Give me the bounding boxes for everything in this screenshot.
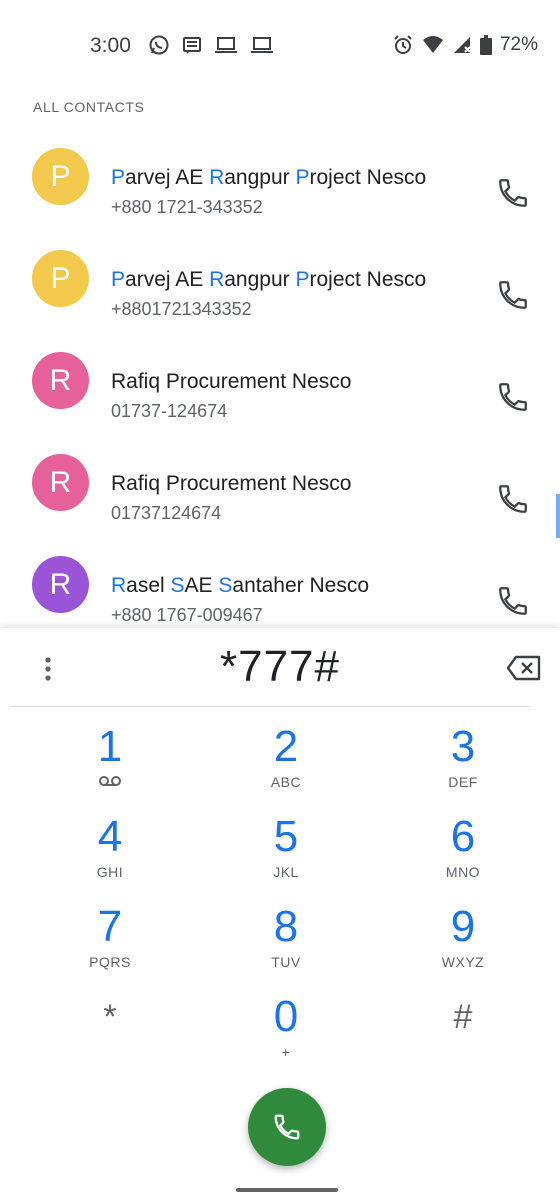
voicemail-icon: [40, 774, 180, 790]
contact-row[interactable]: R Rasel SAE Santaher Nesco +880 1767-00946…: [0, 534, 560, 628]
key-9[interactable]: 9 WXYZ: [393, 904, 533, 988]
key-digit: 4: [97, 812, 123, 861]
section-header: ALL CONTACTS: [33, 99, 145, 115]
key-letters: PQRS: [89, 954, 131, 970]
key-digit: 3: [450, 722, 476, 771]
key-letters: DEF: [448, 774, 478, 790]
dialpad-panel: *777# 1 2 ABC 3 DEF 4 GHI 5 JKL 6 MNO 7 PQRS 8 TUV 9 WXY…: [0, 628, 560, 1194]
contact-number: +8801721343352: [111, 299, 252, 319]
key-7[interactable]: 7 PQRS: [40, 904, 180, 988]
contact-name: Parvej AE Rangpur Project Nesco: [111, 268, 427, 291]
contact-name: Rafiq Procurement Nesco: [111, 472, 352, 495]
laptop-icon: [214, 35, 238, 55]
key-digit: 2: [273, 722, 299, 771]
message-icon: [182, 35, 202, 55]
key-letters: JKL: [273, 864, 299, 880]
signal-icon: [452, 35, 472, 55]
contact-row[interactable]: P Parvej AE Rangpur Project Nesco +8801721…: [0, 228, 560, 330]
key-8[interactable]: 8 TUV: [216, 904, 356, 988]
key-4[interactable]: 4 GHI: [40, 814, 180, 898]
key-letters: GHI: [96, 864, 124, 880]
contact-number: 01737-124674: [111, 401, 228, 421]
contact-name: Parvej AE Rangpur Project Nesco: [111, 166, 427, 189]
key-digit: 5: [273, 812, 299, 861]
key-star[interactable]: *: [40, 994, 180, 1078]
key-2[interactable]: 2 ABC: [216, 724, 356, 808]
avatar: R: [32, 454, 89, 511]
contact-row[interactable]: P Parvej AE Rangpur Project Nesco +880 172…: [0, 126, 560, 228]
key-5[interactable]: 5 JKL: [216, 814, 356, 898]
key-digit: 0: [273, 992, 299, 1041]
phone-icon[interactable]: [496, 176, 530, 210]
scroll-indicator: [556, 494, 560, 538]
battery-percent: 72%: [499, 34, 538, 55]
wifi-icon: [422, 35, 444, 55]
key-letters: TUV: [271, 954, 301, 970]
contacts-list: P Parvej AE Rangpur Project Nesco +880 172…: [0, 126, 560, 628]
contact-row[interactable]: R Rafiq Procurement Nesco 01737-124674: [0, 330, 560, 432]
key-digit: #: [453, 998, 473, 1036]
dialed-number[interactable]: *777#: [0, 642, 560, 692]
phone-icon[interactable]: [496, 584, 530, 618]
contact-name: Rafiq Procurement Nesco: [111, 370, 352, 393]
contact-number: +880 1767-009467: [111, 605, 263, 625]
avatar: R: [32, 556, 89, 613]
system-icons: 72%: [392, 34, 538, 56]
avatar: R: [32, 352, 89, 409]
key-digit: 9: [450, 902, 476, 951]
key-letters: MNO: [445, 864, 481, 880]
battery-icon: [479, 35, 492, 55]
status-time: 3:00: [90, 34, 131, 57]
contact-row[interactable]: R Rafiq Procurement Nesco 01737124674: [0, 432, 560, 534]
key-1[interactable]: 1: [40, 724, 180, 808]
contact-number: +880 1721-343352: [111, 197, 263, 217]
key-letters: ABC: [270, 774, 302, 790]
key-letters: +: [281, 1044, 291, 1060]
key-6[interactable]: 6 MNO: [393, 814, 533, 898]
contact-number: 01737124674: [111, 503, 222, 523]
navigation-handle[interactable]: [236, 1188, 338, 1192]
key-digit: 1: [97, 722, 123, 771]
key-3[interactable]: 3 DEF: [393, 724, 533, 808]
contact-name: Rasel SAE Santaher Nesco: [111, 574, 370, 597]
whatsapp-icon: [148, 34, 170, 56]
notification-icons: [148, 34, 274, 56]
key-digit: *: [103, 998, 117, 1036]
call-button[interactable]: [248, 1088, 326, 1166]
avatar: P: [32, 250, 89, 307]
divider: [10, 706, 530, 707]
avatar: P: [32, 148, 89, 205]
key-0[interactable]: 0 +: [216, 994, 356, 1078]
laptop-icon: [250, 35, 274, 55]
key-hash[interactable]: #: [393, 994, 533, 1078]
phone-icon: [274, 1114, 300, 1140]
key-digit: 7: [97, 902, 123, 951]
key-letters: WXYZ: [441, 954, 485, 970]
phone-icon[interactable]: [496, 482, 530, 516]
alarm-icon: [392, 34, 414, 56]
key-digit: 8: [273, 902, 299, 951]
backspace-icon[interactable]: [506, 654, 542, 682]
status-bar: 3:00 72%: [0, 0, 560, 90]
phone-icon[interactable]: [496, 380, 530, 414]
key-digit: 6: [450, 812, 476, 861]
phone-icon[interactable]: [496, 278, 530, 312]
